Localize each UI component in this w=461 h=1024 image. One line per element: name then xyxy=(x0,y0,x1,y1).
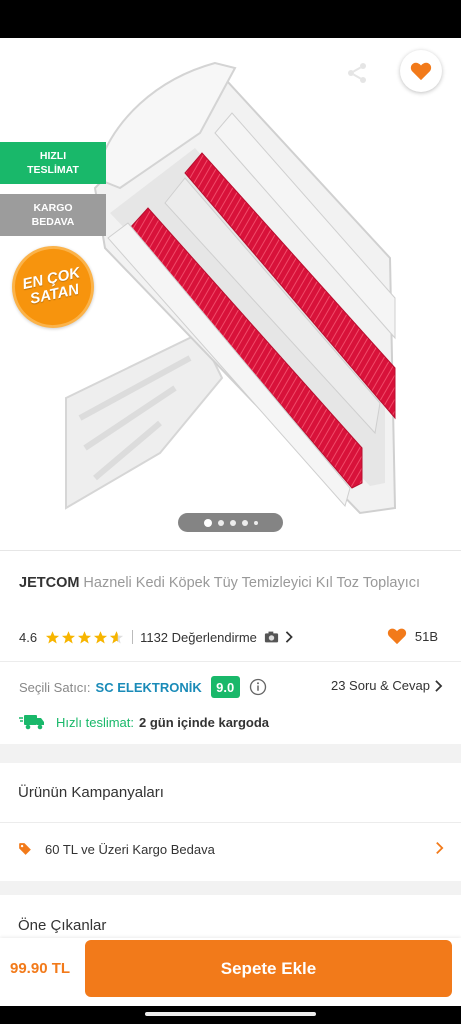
arrow-left-icon xyxy=(23,64,43,82)
system-nav-bar xyxy=(0,1006,461,1024)
reviews-link[interactable]: 1132 Değerlendirme xyxy=(140,630,294,645)
badge-line-2: BEDAVA xyxy=(31,216,75,228)
campaign-text: 60 TL ve Üzeri Kargo Bedava xyxy=(45,841,215,857)
divider xyxy=(132,630,134,644)
favorite-button[interactable] xyxy=(400,50,442,92)
truck-icon xyxy=(19,715,44,730)
tag-icon xyxy=(19,843,31,855)
campaigns-card: Ürünün Kampanyaları 60 TL ve Üzeri Kargo… xyxy=(0,763,461,881)
favorites-count-wrap[interactable]: 51B xyxy=(387,627,438,645)
gallery-pagination[interactable] xyxy=(178,513,283,532)
star-icon xyxy=(46,630,60,643)
status-bar xyxy=(0,0,461,38)
star-icon xyxy=(78,630,92,643)
product-brand[interactable]: JETCOM xyxy=(19,575,79,591)
free-cargo-badge: KARGO BEDAVA xyxy=(0,194,106,236)
chevron-right-icon xyxy=(436,841,444,855)
info-icon[interactable] xyxy=(249,678,267,696)
back-button[interactable] xyxy=(14,54,52,92)
camera-icon xyxy=(264,631,278,642)
star-half-icon xyxy=(110,630,124,643)
pagination-dot[interactable] xyxy=(241,519,248,526)
product-info-card: JETCOM Hazneli Kedi Köpek Tüy Temizleyici… xyxy=(0,550,461,744)
heart-icon xyxy=(387,628,406,645)
divider xyxy=(0,661,461,662)
pagination-dot[interactable] xyxy=(229,519,236,526)
rating-row: 4.6 1132 Değerlendirme 51B xyxy=(19,627,444,647)
pagination-dot[interactable] xyxy=(253,520,258,525)
favorites-count: 51B xyxy=(414,628,438,644)
fast-delivery-badge: HIZLI TESLİMAT xyxy=(0,142,106,184)
badge-line-1: KARGO xyxy=(33,202,73,214)
product-name: Hazneli Kedi Köpek Tüy Temizleyici Kıl T… xyxy=(83,575,421,591)
pagination-dot[interactable] xyxy=(217,519,224,526)
seller-row: Seçili Satıcı: SC ELEKTRONİK 9.0 23 Soru… xyxy=(19,675,443,699)
campaigns-title: Ürünün Kampanyaları xyxy=(18,784,164,801)
rating-stars xyxy=(45,630,124,645)
seller-score-badge: 9.0 xyxy=(210,676,240,698)
add-to-cart-button[interactable]: Sepete Ekle xyxy=(85,940,452,997)
shipping-value: 2 gün içinde kargoda xyxy=(139,714,270,730)
shipping-row: Hızlı teslimat: 2 gün içinde kargoda xyxy=(19,711,269,733)
star-icon xyxy=(62,630,76,643)
shipping-label: Hızlı teslimat: xyxy=(56,714,135,730)
highlights-title: Öne Çıkanlar xyxy=(18,917,107,934)
divider xyxy=(0,822,461,823)
product-price: 99.90 TL xyxy=(10,960,71,977)
questions-answers-link[interactable]: 23 Soru & Cevap xyxy=(331,678,443,693)
product-image-gallery[interactable]: HIZLI TESLİMAT KARGO BEDAVA EN ÇOK SATAN xyxy=(0,38,461,550)
heart-icon xyxy=(410,62,432,81)
rating-value: 4.6 xyxy=(19,629,38,645)
campaign-item[interactable]: 60 TL ve Üzeri Kargo Bedava xyxy=(18,836,444,862)
review-count: 1132 Değerlendirme xyxy=(140,629,257,645)
chevron-right-icon xyxy=(285,630,293,643)
badge-line-1: HIZLI xyxy=(39,150,67,162)
seller-label: Seçili Satıcı: xyxy=(19,679,91,695)
pagination-dot[interactable] xyxy=(203,518,212,527)
highlights-card: Öne Çıkanlar xyxy=(0,895,461,940)
product-title: JETCOM Hazneli Kedi Köpek Tüy Temizleyici… xyxy=(19,573,439,593)
share-button[interactable] xyxy=(338,54,376,92)
badge-line-2: TESLİMAT xyxy=(27,164,79,176)
home-indicator[interactable] xyxy=(145,1012,316,1016)
star-icon xyxy=(94,630,108,643)
bottom-action-bar: 99.90 TL Sepete Ekle xyxy=(0,938,461,1006)
share-icon xyxy=(348,63,366,83)
qa-label: 23 Soru & Cevap xyxy=(330,678,430,693)
chevron-right-icon xyxy=(435,679,443,692)
seller-name-link[interactable]: SC ELEKTRONİK xyxy=(96,680,202,695)
